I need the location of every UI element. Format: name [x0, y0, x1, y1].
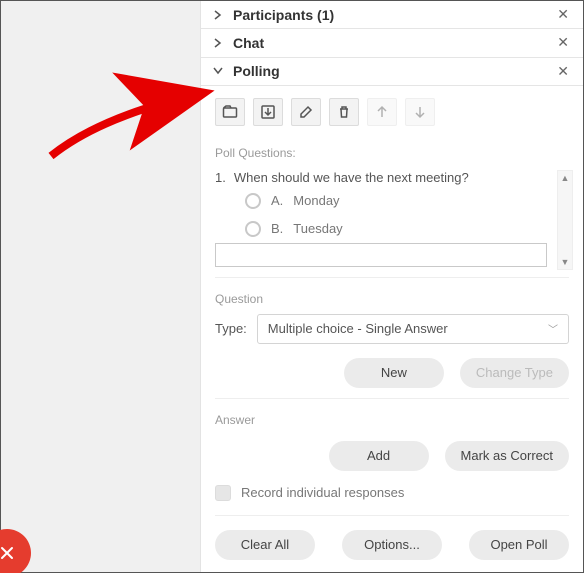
- answer-letter: B.: [271, 221, 283, 236]
- record-responses-row[interactable]: Record individual responses: [215, 485, 569, 501]
- type-dropdown[interactable]: Multiple choice - Single Answer ﹀: [257, 314, 569, 344]
- type-row: Type: Multiple choice - Single Answer ﹀: [215, 314, 569, 344]
- question-section-label: Question: [215, 292, 569, 306]
- answer-item[interactable]: A. Monday: [245, 193, 569, 209]
- answer-buttons: Add Mark as Correct: [215, 441, 569, 471]
- question-text: When should we have the next meeting?: [234, 170, 469, 185]
- close-participants[interactable]: ✕: [553, 6, 573, 23]
- polling-body: Poll Questions: 1. When should we have t…: [201, 86, 583, 572]
- type-value: Multiple choice - Single Answer: [268, 321, 448, 336]
- chevron-down-icon: [211, 66, 225, 76]
- add-answer-button[interactable]: Add: [329, 441, 429, 471]
- clear-all-button[interactable]: Clear All: [215, 530, 315, 560]
- chevron-right-icon: [211, 38, 225, 48]
- question-row: 1. When should we have the next meeting?: [215, 170, 569, 185]
- move-up-button: [367, 98, 397, 126]
- chat-title: Chat: [233, 35, 553, 51]
- poll-questions-label: Poll Questions:: [215, 146, 569, 160]
- polling-header[interactable]: Polling ✕: [201, 58, 583, 86]
- answers-list: A. Monday B. Tuesday: [215, 185, 569, 237]
- scroll-down-icon[interactable]: ▼: [561, 257, 570, 267]
- answer-letter: A.: [271, 193, 283, 208]
- answer-text: Monday: [293, 193, 339, 208]
- footer-buttons: Clear All Options... Open Poll: [215, 515, 569, 560]
- radio-icon[interactable]: [245, 221, 261, 237]
- polling-title: Polling: [233, 63, 553, 79]
- participants-header[interactable]: Participants (1) ✕: [201, 1, 583, 29]
- new-answer-input[interactable]: [215, 243, 547, 267]
- delete-button[interactable]: [329, 98, 359, 126]
- change-type-button: Change Type: [460, 358, 569, 388]
- poll-question-area: 1. When should we have the next meeting?…: [215, 170, 569, 267]
- options-button[interactable]: Options...: [342, 530, 442, 560]
- move-down-button: [405, 98, 435, 126]
- left-empty-area: [1, 1, 201, 572]
- chevron-down-icon: ﹀: [548, 321, 558, 336]
- checkbox-icon[interactable]: [215, 485, 231, 501]
- answer-section: Answer Add Mark as Correct Record indivi…: [215, 398, 569, 501]
- question-section: Question Type: Multiple choice - Single …: [215, 277, 569, 388]
- edit-button[interactable]: [291, 98, 321, 126]
- save-poll-button[interactable]: [253, 98, 283, 126]
- poll-toolbar: [215, 94, 569, 132]
- answer-text: Tuesday: [293, 221, 342, 236]
- participants-title: Participants (1): [233, 7, 553, 23]
- question-number: 1.: [215, 170, 226, 185]
- scroll-up-icon[interactable]: ▲: [561, 173, 570, 183]
- type-label: Type:: [215, 321, 247, 336]
- question-buttons: New Change Type: [215, 358, 569, 388]
- scrollbar[interactable]: ▲ ▼: [557, 170, 573, 270]
- new-question-button[interactable]: New: [344, 358, 444, 388]
- mark-correct-button[interactable]: Mark as Correct: [445, 441, 569, 471]
- open-poll-button[interactable]: Open Poll: [469, 530, 569, 560]
- close-polling[interactable]: ✕: [553, 63, 573, 80]
- side-panels: Participants (1) ✕ Chat ✕ Polling ✕: [201, 1, 583, 572]
- chevron-right-icon: [211, 10, 225, 20]
- answer-section-label: Answer: [215, 413, 569, 427]
- record-responses-label: Record individual responses: [241, 485, 404, 500]
- close-chat[interactable]: ✕: [553, 34, 573, 51]
- radio-icon[interactable]: [245, 193, 261, 209]
- chat-header[interactable]: Chat ✕: [201, 29, 583, 57]
- answer-item[interactable]: B. Tuesday: [245, 221, 569, 237]
- open-poll-file-button[interactable]: [215, 98, 245, 126]
